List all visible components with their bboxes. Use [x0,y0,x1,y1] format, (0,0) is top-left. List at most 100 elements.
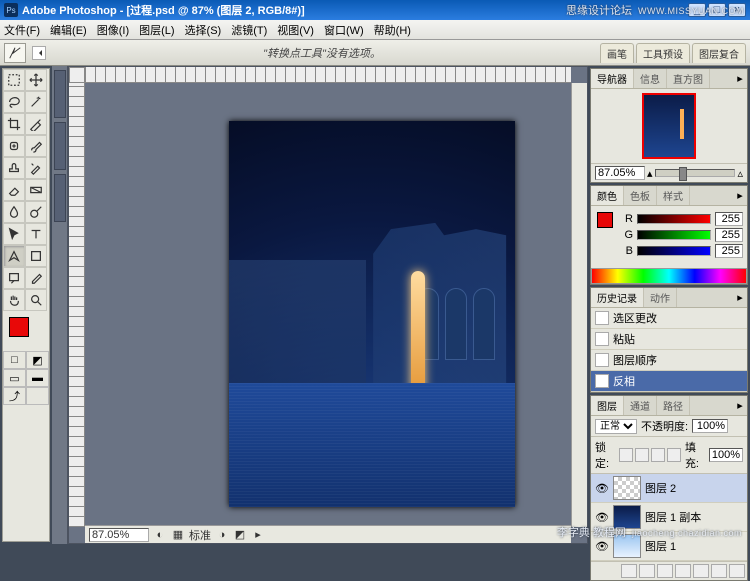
scrollbar-vertical[interactable] [571,83,587,527]
tab-info[interactable]: 信息 [634,69,667,88]
navigator-zoom-field[interactable]: 87.05% [595,166,645,180]
history-item[interactable]: 图层顺序 [591,350,747,371]
status-icon-4[interactable]: ◩ [233,528,247,542]
tab-paths[interactable]: 路径 [657,396,690,415]
docked-tab-3[interactable] [54,174,66,222]
shape-tool[interactable] [25,245,47,267]
menu-window[interactable]: 窗口(W) [324,22,364,38]
eraser-tool[interactable] [3,179,25,201]
menu-edit[interactable]: 编辑(E) [50,22,87,38]
menu-image[interactable]: 图像(I) [97,22,129,38]
docked-tab-2[interactable] [54,122,66,170]
menu-select[interactable]: 选择(S) [185,22,222,38]
lock-pixels-icon[interactable] [635,448,649,462]
lock-all-icon[interactable] [667,448,681,462]
navigator-zoom-slider[interactable] [655,169,736,177]
navigator-thumbnail[interactable] [642,93,696,159]
heal-tool[interactable] [3,135,25,157]
screenmode-std[interactable]: ▭ [3,369,26,387]
status-icon-1[interactable]: ◐ [153,528,167,542]
move-tool[interactable] [25,69,47,91]
zoom-field[interactable]: 87.05% [89,528,149,542]
panel-menu-icon[interactable]: ▸ [733,288,747,307]
path-select-tool[interactable] [3,223,25,245]
slider-g[interactable] [637,230,711,240]
hand-tool[interactable] [3,289,25,311]
layer-row[interactable]: 👁图层 2 [591,474,747,503]
type-tool[interactable] [25,223,47,245]
close-button[interactable]: × [728,3,746,17]
ruler-origin[interactable] [69,67,85,83]
palette-tab-brushes[interactable]: 画笔 [600,43,634,63]
status-icon-3[interactable]: ◑ [215,528,229,542]
color-swatches[interactable] [3,311,49,351]
notes-tool[interactable] [3,267,25,289]
visibility-icon[interactable]: 👁 [595,481,609,495]
tab-history[interactable]: 历史记录 [591,288,644,307]
layer-thumbnail[interactable] [613,505,641,529]
menu-view[interactable]: 视图(V) [277,22,314,38]
new-group-icon[interactable] [675,564,691,578]
adjustment-layer-icon[interactable] [693,564,709,578]
docked-tab-1[interactable] [54,70,66,118]
panel-menu-icon[interactable]: ▸ [733,396,747,415]
panel-menu-icon[interactable]: ▸ [733,69,747,88]
palette-tab-layercomps[interactable]: 图层复合 [692,43,746,63]
link-layers-icon[interactable] [621,564,637,578]
history-brush-tool[interactable] [25,157,47,179]
tool-preset-picker[interactable] [32,46,46,60]
screenmode-full[interactable]: ▬ [26,369,49,387]
quickmask-on[interactable]: ◩ [26,351,49,369]
layer-mask-icon[interactable] [657,564,673,578]
eyedropper-tool[interactable] [25,267,47,289]
slider-r[interactable] [637,214,711,224]
tab-actions[interactable]: 动作 [644,288,677,307]
minimize-button[interactable]: _ [688,3,706,17]
tab-swatches[interactable]: 色板 [624,186,657,205]
color-ramp[interactable] [591,268,747,284]
value-g[interactable]: 255 [715,228,743,242]
tab-styles[interactable]: 样式 [657,186,690,205]
zoom-in-icon[interactable]: ▵ [737,167,743,180]
layer-style-icon[interactable] [639,564,655,578]
ruler-horizontal[interactable] [85,67,571,83]
status-menu[interactable]: ▸ [251,528,265,542]
jump-to[interactable]: ⤴ [3,387,26,405]
menu-help[interactable]: 帮助(H) [374,22,411,38]
lock-trans-icon[interactable] [619,448,633,462]
history-item[interactable]: 选区更改 [591,308,747,329]
pen-tool[interactable] [3,245,25,267]
document-canvas[interactable] [229,121,515,507]
slider-b[interactable] [637,246,711,256]
panel-menu-icon[interactable]: ▸ [733,186,747,205]
dodge-tool[interactable] [25,201,47,223]
value-r[interactable]: 255 [715,212,743,226]
ruler-vertical[interactable] [69,83,85,527]
zoom-out-icon[interactable]: ▴ [647,167,653,180]
zoom-tool[interactable] [25,289,47,311]
crop-tool[interactable] [3,113,25,135]
layer-thumbnail[interactable] [613,476,641,500]
history-item[interactable]: 粘贴 [591,329,747,350]
maximize-button[interactable]: □ [708,3,726,17]
tab-channels[interactable]: 通道 [624,396,657,415]
visibility-icon[interactable]: 👁 [595,539,609,553]
menu-file[interactable]: 文件(F) [4,22,40,38]
lock-pos-icon[interactable] [651,448,665,462]
gradient-tool[interactable] [25,179,47,201]
layer-row[interactable]: 👁图层 1 副本 [591,503,747,532]
visibility-icon[interactable]: 👁 [595,510,609,524]
color-swatch-pair[interactable] [595,210,619,242]
current-tool-icon[interactable] [4,43,26,63]
menu-layer[interactable]: 图层(L) [139,22,174,38]
blur-tool[interactable] [3,201,25,223]
layer-thumbnail[interactable] [613,534,641,558]
layer-row[interactable]: 👁图层 1 [591,532,747,561]
slice-tool[interactable] [25,113,47,135]
opacity-field[interactable]: 100% [692,419,728,433]
status-icon-2[interactable]: ▦ [171,528,185,542]
wand-tool[interactable] [25,91,47,113]
marquee-tool[interactable] [3,69,25,91]
value-b[interactable]: 255 [715,244,743,258]
quickmask-off[interactable]: □ [3,351,26,369]
